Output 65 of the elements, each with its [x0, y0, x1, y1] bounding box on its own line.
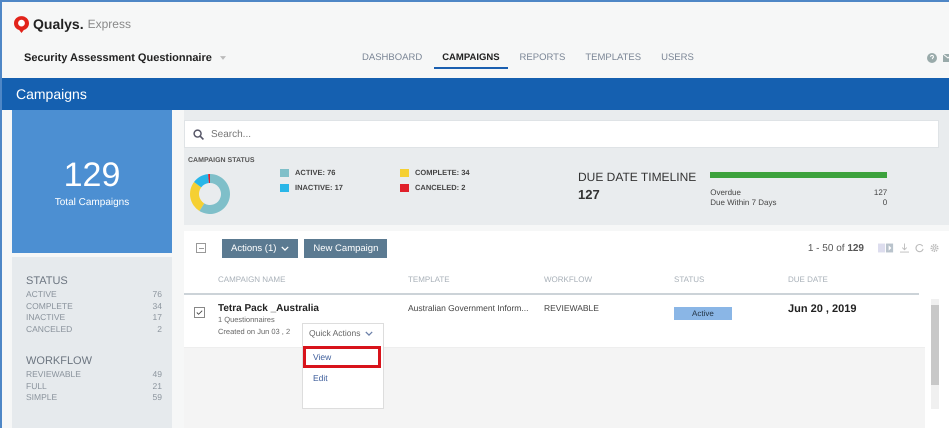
table-cell-text: Australian Government Inform...: [408, 303, 530, 313]
mail-icon[interactable]: [943, 53, 949, 63]
search-icon: [193, 129, 204, 140]
filter-count: 59: [152, 392, 162, 404]
nav-tab[interactable]: USERS: [653, 48, 702, 68]
total-count: 129: [64, 156, 120, 194]
filter-item[interactable]: INACTIVE: [26, 312, 66, 324]
section-heading: DUE DATE TIMELINE: [578, 170, 696, 184]
nav-tab[interactable]: REPORTS: [512, 48, 574, 68]
scrollbar[interactable]: [931, 299, 939, 409]
download-icon[interactable]: [900, 243, 909, 253]
filter-item[interactable]: ACTIVE: [26, 289, 57, 300]
filter-heading: WORKFLOW: [26, 355, 93, 367]
settings-icon[interactable]: [930, 243, 939, 253]
column-header[interactable]: CAMPAIGN NAME: [218, 274, 408, 284]
help-icon[interactable]: [927, 53, 937, 63]
pagination-text: 1 - 50 of 129: [808, 242, 864, 254]
menu-item[interactable]: Edit: [303, 368, 383, 388]
row-checkbox[interactable]: [194, 307, 205, 318]
filter-count: 49: [152, 369, 162, 380]
logo-icon: [14, 16, 29, 32]
filter-count: 2: [157, 324, 162, 335]
filter-item[interactable]: REVIEWABLE: [26, 369, 81, 380]
filter-count: 34: [152, 300, 162, 312]
column-header[interactable]: DUE DATE: [788, 274, 918, 284]
pager-icon[interactable]: [878, 243, 894, 253]
menu-item[interactable]: View: [303, 346, 381, 368]
timeline-value: 0: [882, 198, 888, 208]
caret-icon: [220, 56, 226, 60]
filter-item[interactable]: FULL: [26, 380, 47, 392]
logo-text: Qualys.: [33, 16, 84, 32]
column-header[interactable]: WORKFLOW: [544, 274, 674, 284]
nav-tab[interactable]: DASHBOARD: [354, 48, 430, 68]
nav-tab[interactable]: TEMPLATES: [577, 48, 650, 68]
chevron-icon: [281, 246, 290, 250]
nav-tab[interactable]: CAMPAIGNS: [434, 48, 508, 68]
due-count: 127: [578, 187, 601, 202]
workspace-dropdown[interactable]: Security Assessment Questionnaire: [24, 52, 354, 64]
chevron-icon: [364, 330, 372, 336]
product-name: Express: [88, 17, 131, 31]
total-label: Total Campaigns: [54, 196, 130, 208]
select-all-checkbox[interactable]: [196, 243, 206, 253]
search-field[interactable]: Search...: [184, 120, 939, 148]
filter-count: 21: [152, 380, 162, 392]
actions-button[interactable]: Actions (1): [222, 238, 298, 258]
filter-count: 76: [152, 289, 162, 300]
status-badge: Active: [674, 307, 732, 320]
column-header[interactable]: TEMPLATE: [408, 274, 544, 284]
filter-count: 17: [152, 312, 162, 324]
campaign-name[interactable]: Tetra Pack _Australia: [218, 303, 319, 314]
table-cell-text: REVIEWABLE: [544, 303, 600, 313]
filter-item[interactable]: SIMPLE: [26, 392, 58, 404]
page-title: Campaigns: [16, 86, 87, 102]
due-date: Jun 20 , 2019: [788, 303, 858, 315]
new-campaign-button[interactable]: New Campaign: [304, 238, 388, 258]
timeline-label: Due Within 7 Days: [710, 198, 776, 208]
filter-heading: STATUS: [26, 275, 69, 287]
timeline-label: Overdue: [710, 188, 741, 198]
filter-item[interactable]: CANCELED: [26, 324, 72, 335]
quick-actions-button[interactable]: Quick Actions: [303, 324, 383, 346]
check-icon: [195, 308, 204, 317]
filter-item[interactable]: COMPLETE: [26, 300, 73, 312]
refresh-icon[interactable]: [915, 243, 924, 253]
timeline-value: 127: [874, 188, 888, 198]
column-header[interactable]: STATUS: [674, 274, 788, 284]
